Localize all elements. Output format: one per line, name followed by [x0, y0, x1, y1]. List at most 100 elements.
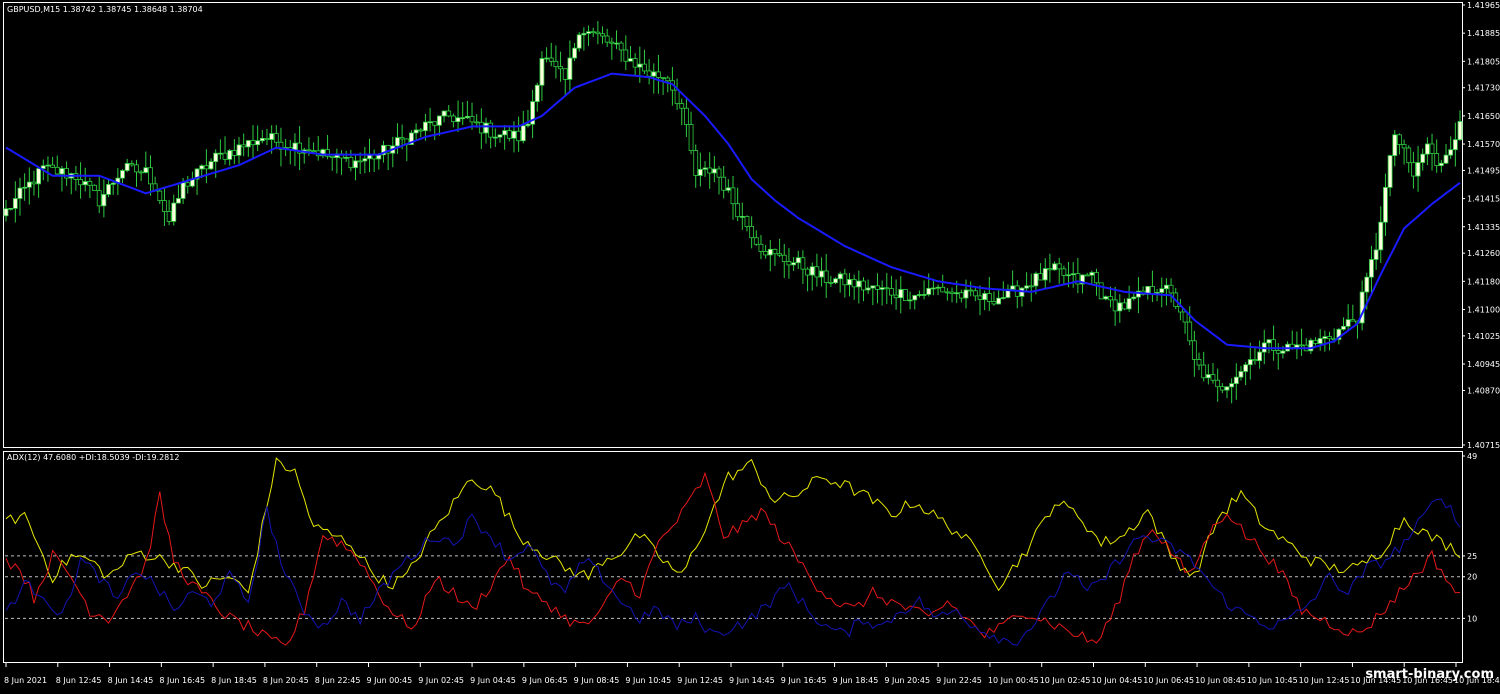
candle-body [1401, 144, 1407, 149]
candle-body [502, 130, 508, 136]
candle-body [930, 287, 936, 290]
candle-body [469, 116, 475, 123]
candle-body [618, 42, 624, 51]
candle-body [628, 58, 633, 62]
candle-body [1033, 273, 1039, 287]
candle-body [264, 138, 270, 140]
candle-body [884, 287, 890, 290]
candle-body [875, 285, 880, 290]
candle-body [478, 121, 484, 134]
candle-body [665, 77, 671, 82]
candle-body [1429, 143, 1435, 154]
candle-body [688, 124, 694, 152]
time-tick-label: 9 Jun 10:45 [625, 676, 671, 685]
candle-body [730, 187, 736, 205]
candle-body [1191, 340, 1197, 360]
time-tick-label: 8 Jun 18:45 [211, 676, 257, 685]
candle-body [679, 103, 685, 109]
candle-body [231, 150, 237, 156]
candle-body [446, 110, 452, 117]
price-tick-label: 1.41570 [1467, 140, 1500, 149]
candle-body [311, 150, 316, 153]
candle-body [1089, 272, 1095, 276]
candle-body [600, 33, 605, 37]
candle-body [581, 33, 587, 36]
candle-body [707, 167, 713, 174]
candle-body [488, 122, 494, 138]
candle-body [441, 110, 447, 117]
candle-body [805, 268, 810, 276]
candle-body [1299, 344, 1304, 347]
time-tick-label: 9 Jun 18:45 [833, 676, 879, 685]
candle-body [464, 116, 470, 119]
time-tick-label: 9 Jun 04:45 [470, 676, 516, 685]
candle-body [1187, 321, 1193, 342]
candle-body [1112, 299, 1118, 312]
candle-body [558, 66, 563, 70]
candle-body [697, 168, 703, 176]
candle-body [511, 130, 517, 139]
adx-tick-label: 49 [1467, 452, 1477, 461]
candle-body [1024, 285, 1029, 289]
candle-body [893, 294, 899, 299]
candle-body [1252, 359, 1258, 362]
candle-body [851, 279, 857, 288]
candle-body [1052, 263, 1057, 271]
candle-body [986, 293, 992, 302]
candle-body [1373, 249, 1379, 260]
candle-body [1070, 273, 1076, 276]
candle-body [1210, 374, 1216, 381]
price-tick-label: 1.40715 [1467, 441, 1500, 450]
candle-body [823, 270, 829, 283]
candle-body [222, 152, 228, 160]
candle-body [1308, 339, 1314, 352]
candle-body [418, 129, 424, 132]
candle-body [847, 279, 852, 286]
candle-body [96, 190, 102, 207]
time-tick-label: 8 Jun 2021 [4, 676, 47, 685]
candle-body [455, 117, 461, 123]
time-tick-label: 10 Jun 06:45 [1143, 676, 1194, 685]
candle-body [432, 121, 438, 126]
candle-body [423, 121, 428, 132]
candle-body [1415, 162, 1421, 177]
candle-body [413, 129, 419, 134]
time-tick-label: 8 Jun 22:45 [315, 676, 361, 685]
candle-body [1168, 284, 1174, 294]
candle-body [1108, 296, 1113, 301]
candle-body [1452, 139, 1458, 151]
candle-body [935, 286, 941, 289]
candle-body [716, 168, 722, 178]
candle-body [1438, 162, 1444, 167]
candle-body [1164, 284, 1169, 290]
candle-body [353, 160, 358, 169]
candle-body [17, 187, 23, 199]
time-tick-label: 9 Jun 00:45 [367, 676, 413, 685]
candle-body [977, 295, 983, 300]
candle-body [996, 297, 1002, 305]
candle-body [217, 152, 223, 155]
candle-body [800, 257, 806, 270]
adx-tick-label: 10 [1467, 614, 1477, 623]
time-tick-label: 10 Jun 10:45 [1247, 676, 1298, 685]
candle-body [1131, 296, 1137, 300]
candle-body [199, 165, 205, 170]
candle-body [1028, 285, 1034, 288]
price-tick-label: 1.41805 [1467, 57, 1500, 66]
candle-body [483, 122, 489, 134]
price-tick-label: 1.41650 [1467, 112, 1500, 121]
candle-body [157, 190, 163, 201]
candle-body [1420, 153, 1426, 163]
candle-body [450, 115, 456, 123]
candle-body [1224, 386, 1230, 391]
candle-body [791, 262, 796, 266]
candle-body [525, 123, 531, 127]
time-tick-label: 9 Jun 14:45 [729, 676, 775, 685]
candle-body [1275, 350, 1281, 354]
time-tick-label: 9 Jun 08:45 [574, 676, 620, 685]
candle-body [343, 157, 349, 159]
candle-body [786, 261, 792, 266]
chart-canvas[interactable]: GBPUSD,M15 1.38742 1.38745 1.38648 1.387… [0, 0, 1500, 690]
candle-body [562, 68, 568, 80]
candle-body [725, 187, 731, 191]
